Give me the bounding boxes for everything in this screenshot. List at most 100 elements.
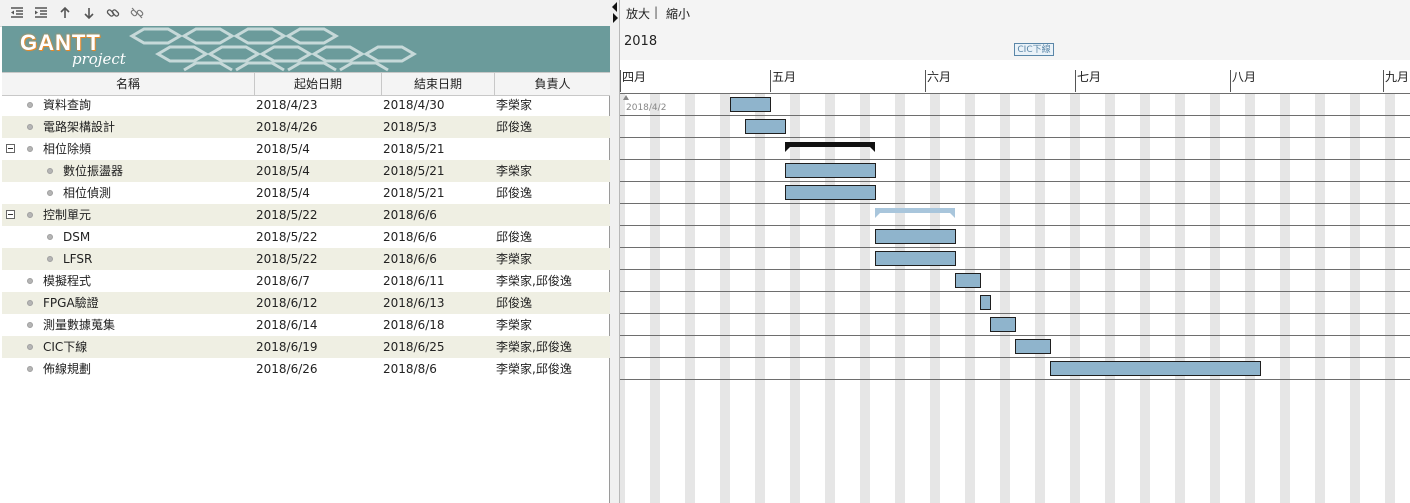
table-row[interactable]: 相位偵測 2018/5/4 2018/5/21 邱俊逸 <box>2 182 610 204</box>
unlink-icon[interactable] <box>128 4 146 22</box>
weekend-stripe <box>900 93 905 503</box>
task-start-cell: 2018/5/4 <box>256 186 310 200</box>
weekend-stripe <box>720 93 725 503</box>
weekend-stripe <box>1315 93 1320 503</box>
milestone-flag[interactable]: CIC下線 <box>1014 43 1054 56</box>
link-icon[interactable] <box>104 4 122 22</box>
task-start-cell: 2018/6/7 <box>256 274 310 288</box>
summary-bar-cap <box>785 147 790 152</box>
gantt-banner: GANTT project <box>2 26 610 72</box>
task-bar <box>730 97 771 112</box>
table-row[interactable]: LFSR 2018/5/22 2018/6/6 李榮家 <box>2 248 610 270</box>
task-bar <box>955 273 981 288</box>
pane-splitter[interactable] <box>610 0 620 503</box>
task-bullet-icon <box>47 168 53 174</box>
weekend-stripe <box>1350 93 1355 503</box>
weekend-stripe <box>970 93 975 503</box>
gantt-chart-svg <box>620 93 1410 503</box>
task-start-cell: 2018/5/4 <box>256 164 310 178</box>
task-bullet-icon <box>47 190 53 196</box>
weekend-stripe <box>1005 93 1010 503</box>
collapse-left-icon[interactable] <box>612 2 617 12</box>
task-name-cell: 測量數據蒐集 <box>43 318 116 332</box>
task-end-cell: 2018/6/25 <box>383 340 445 354</box>
weekend-stripe <box>865 93 870 503</box>
unindent-icon[interactable] <box>8 4 26 22</box>
move-up-icon[interactable] <box>56 4 74 22</box>
gantt-chart-area: 2018/4/2 <box>620 93 1410 503</box>
task-owner-cell: 邱俊逸 <box>496 120 533 134</box>
weekend-stripe <box>1075 93 1080 503</box>
toolbar <box>0 0 610 27</box>
zoom-out-link[interactable]: 縮小 <box>666 5 690 22</box>
zoom-in-link[interactable]: 放大 <box>626 5 650 22</box>
task-bar <box>990 317 1016 332</box>
month-label: 六月 <box>925 70 951 92</box>
task-name-cell: 電路架構設計 <box>43 120 116 134</box>
task-bullet-icon <box>27 300 33 306</box>
table-row[interactable]: DSM 2018/5/22 2018/6/6 邱俊逸 <box>2 226 610 248</box>
month-label: 四月 <box>620 70 646 92</box>
task-start-cell: 2018/5/22 <box>256 252 318 266</box>
table-row[interactable]: 模擬程式 2018/6/7 2018/6/11 李榮家,邱俊逸 <box>2 270 610 292</box>
task-end-cell: 2018/6/6 <box>383 230 437 244</box>
task-bar <box>785 163 876 178</box>
timeline-header: 放大 | 縮小 2018 CIC下線 <box>620 0 1410 61</box>
month-label: 七月 <box>1075 70 1101 92</box>
weekend-stripe <box>1070 93 1075 503</box>
weekend-stripe <box>1280 93 1285 503</box>
column-header-end[interactable]: 結束日期 <box>382 73 495 95</box>
task-start-cell: 2018/6/14 <box>256 318 318 332</box>
table-row[interactable]: 資料查詢 2018/4/23 2018/4/30 李榮家 <box>2 94 610 116</box>
weekend-stripe <box>1210 93 1215 503</box>
weekend-stripe <box>795 93 800 503</box>
weekend-stripe <box>825 93 830 503</box>
task-end-cell: 2018/5/21 <box>383 186 445 200</box>
task-end-cell: 2018/8/6 <box>383 362 437 376</box>
task-owner-cell: 李榮家 <box>496 252 533 266</box>
table-row[interactable]: 測量數據蒐集 2018/6/14 2018/6/18 李榮家 <box>2 314 610 336</box>
move-down-icon[interactable] <box>80 4 98 22</box>
table-row[interactable]: 相位除頻 2018/5/4 2018/5/21 <box>2 138 610 160</box>
weekend-stripe <box>790 93 795 503</box>
table-header: 名稱 起始日期 結束日期 負責人 <box>2 72 610 96</box>
column-header-name[interactable]: 名稱 <box>2 73 255 95</box>
task-table-pane: GANTT project 名稱 起始日期 結束日期 負責人 資料查詢 2018/… <box>0 0 610 503</box>
task-owner-cell: 李榮家,邱俊逸 <box>496 362 572 376</box>
table-row[interactable]: FPGA驗證 2018/6/12 2018/6/13 邱俊逸 <box>2 292 610 314</box>
weekend-stripe <box>650 93 655 503</box>
task-bullet-icon <box>27 366 33 372</box>
task-bullet-icon <box>27 344 33 350</box>
task-name-cell: DSM <box>63 230 91 244</box>
table-row[interactable]: 控制單元 2018/5/22 2018/6/6 <box>2 204 610 226</box>
task-bar <box>1050 361 1261 376</box>
collapse-toggle-icon[interactable] <box>6 210 15 219</box>
task-owner-cell: 李榮家,邱俊逸 <box>496 274 572 288</box>
weekend-stripe <box>930 93 935 503</box>
weekend-stripe <box>1355 93 1360 503</box>
indent-icon[interactable] <box>32 4 50 22</box>
task-owner-cell: 李榮家 <box>496 318 533 332</box>
collapse-right-icon[interactable] <box>613 13 618 23</box>
table-row[interactable]: 數位振盪器 2018/5/4 2018/5/21 李榮家 <box>2 160 610 182</box>
task-name-cell: 數位振盪器 <box>63 164 124 178</box>
task-start-cell: 2018/5/4 <box>256 142 310 156</box>
task-owner-cell: 邱俊逸 <box>496 230 533 244</box>
weekend-stripe <box>620 93 625 503</box>
month-label: 八月 <box>1230 70 1256 92</box>
column-header-owner[interactable]: 負責人 <box>495 73 610 95</box>
task-owner-cell: 李榮家 <box>496 164 533 178</box>
task-owner-cell: 邱俊逸 <box>496 296 533 310</box>
weekend-stripe <box>1250 93 1255 503</box>
table-row[interactable]: 電路架構設計 2018/4/26 2018/5/3 邱俊逸 <box>2 116 610 138</box>
table-row[interactable]: CIC下線 2018/6/19 2018/6/25 李榮家,邱俊逸 <box>2 336 610 358</box>
collapse-toggle-icon[interactable] <box>6 144 15 153</box>
weekend-stripe <box>655 93 660 503</box>
weekend-stripe <box>760 93 765 503</box>
table-row[interactable]: 佈線規劃 2018/6/26 2018/8/6 李榮家,邱俊逸 <box>2 358 610 380</box>
weekend-stripe <box>755 93 760 503</box>
weekend-stripe <box>1000 93 1005 503</box>
column-header-start[interactable]: 起始日期 <box>255 73 382 95</box>
task-end-cell: 2018/6/18 <box>383 318 445 332</box>
task-end-cell: 2018/4/30 <box>383 98 445 112</box>
